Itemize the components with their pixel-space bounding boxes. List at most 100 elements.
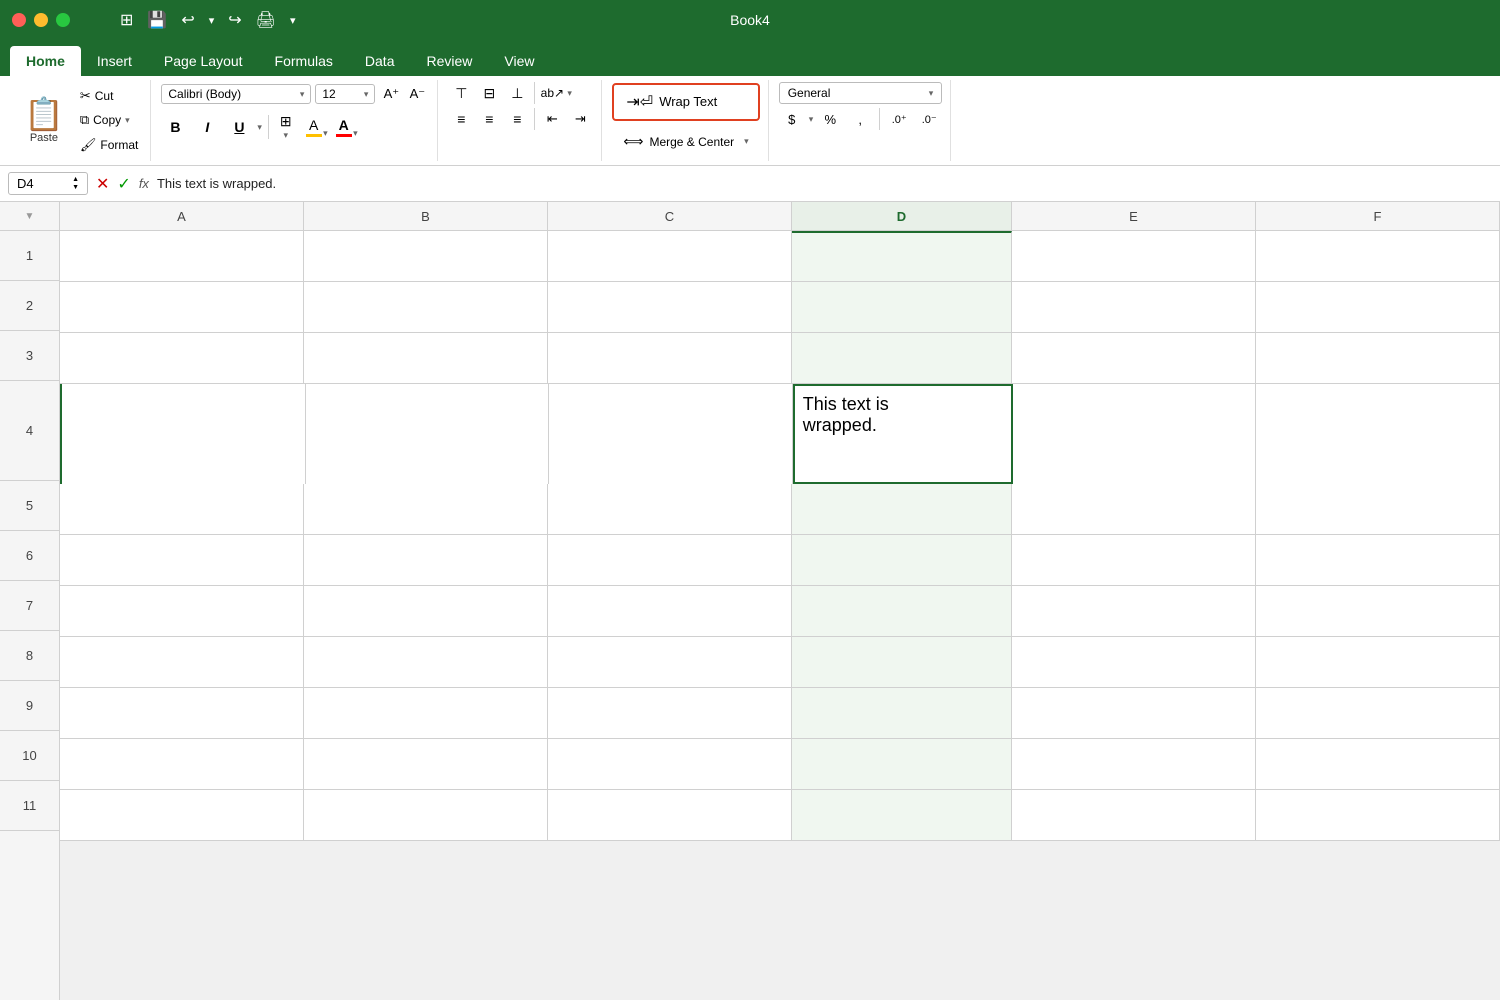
italic-button[interactable]: I: [193, 114, 221, 140]
cell-c8[interactable]: [548, 637, 792, 687]
cell-b6[interactable]: [304, 535, 548, 585]
row-header-9[interactable]: 9: [0, 681, 59, 731]
cell-f11[interactable]: [1256, 790, 1500, 840]
align-top-button[interactable]: ⊤: [448, 82, 474, 104]
row-header-6[interactable]: 6: [0, 531, 59, 581]
cell-f10[interactable]: [1256, 739, 1500, 789]
cell-b1[interactable]: [304, 231, 548, 281]
cell-f6[interactable]: [1256, 535, 1500, 585]
font-family-selector[interactable]: Calibri (Body) ▾: [161, 84, 311, 104]
paste-button[interactable]: 📋 Paste: [16, 84, 72, 157]
close-window-btn[interactable]: [12, 13, 26, 27]
cell-b7[interactable]: [304, 586, 548, 636]
col-header-c[interactable]: C: [548, 202, 792, 230]
font-color-button[interactable]: A ▾: [331, 114, 357, 140]
bold-button[interactable]: B: [161, 114, 189, 140]
cell-f7[interactable]: [1256, 586, 1500, 636]
row-header-3[interactable]: 3: [0, 331, 59, 381]
cell-d1[interactable]: [792, 231, 1012, 281]
wrap-text-button[interactable]: ⇥⏎ Wrap Text: [612, 83, 759, 121]
col-header-d[interactable]: D: [792, 202, 1012, 230]
col-header-e[interactable]: E: [1012, 202, 1256, 230]
copy-dropdown-arrow[interactable]: ▾: [125, 115, 130, 126]
cell-c10[interactable]: [548, 739, 792, 789]
underline-button[interactable]: U: [225, 114, 253, 140]
cell-d7[interactable]: [792, 586, 1012, 636]
cell-c11[interactable]: [548, 790, 792, 840]
cell-a7[interactable]: [60, 586, 304, 636]
cell-d8[interactable]: [792, 637, 1012, 687]
cell-f3[interactable]: [1256, 333, 1500, 383]
col-header-a[interactable]: A: [60, 202, 304, 230]
copy-button[interactable]: ⧉ Copy ▾: [76, 110, 143, 130]
cell-a2[interactable]: [60, 282, 304, 332]
orientation-button[interactable]: ab↗: [539, 82, 565, 104]
cell-b5[interactable]: [304, 484, 548, 534]
cell-d4[interactable]: This text iswrapped.: [793, 384, 1013, 484]
row-header-5[interactable]: 5: [0, 481, 59, 531]
cell-a3[interactable]: [60, 333, 304, 383]
cell-c2[interactable]: [548, 282, 792, 332]
redo-icon[interactable]: ↪: [228, 10, 241, 30]
corner-cell[interactable]: ▼: [0, 202, 60, 230]
row-header-2[interactable]: 2: [0, 281, 59, 331]
cell-c6[interactable]: [548, 535, 792, 585]
currency-dropdown-arrow[interactable]: ▾: [809, 114, 814, 125]
cell-a11[interactable]: [60, 790, 304, 840]
font-size-selector[interactable]: 12 ▾: [315, 84, 375, 104]
cell-d5[interactable]: [792, 484, 1012, 534]
row-header-4[interactable]: 4: [0, 381, 59, 481]
cell-b10[interactable]: [304, 739, 548, 789]
tab-review[interactable]: Review: [410, 46, 488, 76]
cell-e4[interactable]: [1013, 384, 1257, 484]
decrease-indent-btn[interactable]: ⇤: [539, 108, 565, 130]
cell-b3[interactable]: [304, 333, 548, 383]
merge-center-button[interactable]: ⟺ Merge & Center ▾: [612, 125, 759, 159]
cell-e5[interactable]: [1012, 484, 1256, 534]
save-icon[interactable]: 💾: [147, 10, 167, 30]
cell-e1[interactable]: [1012, 231, 1256, 281]
font-decrease-btn[interactable]: A⁻: [405, 82, 429, 106]
cell-e7[interactable]: [1012, 586, 1256, 636]
cell-b9[interactable]: [304, 688, 548, 738]
cell-e10[interactable]: [1012, 739, 1256, 789]
cell-a1[interactable]: [60, 231, 304, 281]
cell-c7[interactable]: [548, 586, 792, 636]
tab-home[interactable]: Home: [10, 46, 81, 76]
currency-button[interactable]: $: [779, 108, 805, 130]
tab-formulas[interactable]: Formulas: [259, 46, 349, 76]
cell-f9[interactable]: [1256, 688, 1500, 738]
cell-a4[interactable]: [60, 384, 306, 484]
cell-b11[interactable]: [304, 790, 548, 840]
formula-input[interactable]: This text is wrapped.: [157, 176, 1492, 191]
undo-icon[interactable]: ↩: [181, 10, 194, 30]
number-format-selector[interactable]: General ▾: [779, 82, 943, 104]
cell-ref-spinners[interactable]: ▲ ▼: [72, 176, 79, 191]
cell-e9[interactable]: [1012, 688, 1256, 738]
borders-button[interactable]: ⊞ ▾: [275, 110, 297, 144]
cell-a8[interactable]: [60, 637, 304, 687]
cell-d11[interactable]: [792, 790, 1012, 840]
minimize-window-btn[interactable]: [34, 13, 48, 27]
tab-data[interactable]: Data: [349, 46, 411, 76]
comma-button[interactable]: ,: [847, 108, 873, 130]
cell-e11[interactable]: [1012, 790, 1256, 840]
increase-decimal-btn[interactable]: .0⁺: [886, 108, 912, 130]
cell-b8[interactable]: [304, 637, 548, 687]
cell-e3[interactable]: [1012, 333, 1256, 383]
cell-a9[interactable]: [60, 688, 304, 738]
percent-button[interactable]: %: [817, 108, 843, 130]
fill-color-button[interactable]: A ▾: [301, 114, 327, 140]
undo-dropdown-icon[interactable]: ▾: [209, 14, 215, 27]
orientation-dropdown-arrow[interactable]: ▾: [567, 88, 572, 99]
cell-a10[interactable]: [60, 739, 304, 789]
align-middle-button[interactable]: ⊟: [476, 82, 502, 104]
print-icon[interactable]: 🖨: [256, 10, 276, 30]
cell-d10[interactable]: [792, 739, 1012, 789]
align-right-button[interactable]: ≡: [504, 108, 530, 130]
tab-insert[interactable]: Insert: [81, 46, 148, 76]
confirm-formula-icon[interactable]: ✓: [117, 174, 130, 194]
row-header-11[interactable]: 11: [0, 781, 59, 831]
maximize-window-btn[interactable]: [56, 13, 70, 27]
underline-dropdown-arrow[interactable]: ▾: [257, 122, 262, 133]
